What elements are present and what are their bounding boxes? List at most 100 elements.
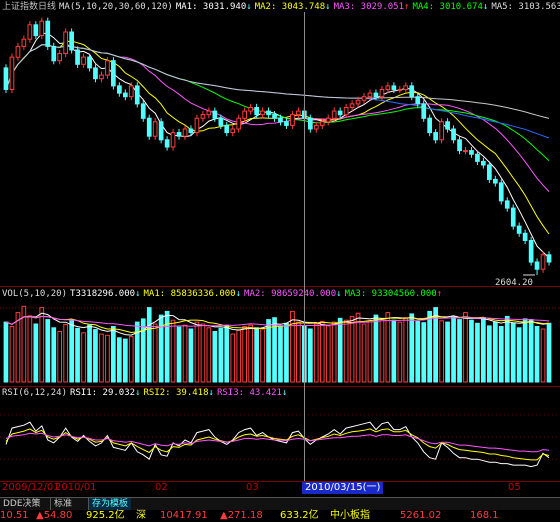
index-title: 上证指数日线 — [2, 2, 57, 12]
candle-body — [463, 150, 468, 153]
candle-body — [93, 67, 98, 80]
volume-bar — [296, 321, 301, 383]
volume-bar — [236, 329, 242, 383]
candle-body — [158, 121, 164, 141]
rsi-line-chart[interactable] — [0, 386, 560, 478]
price-header: 上证指数日线 MA(5,10,20,30,60,120) MA1: 3031.940… — [2, 1, 560, 13]
candle-body — [487, 164, 492, 180]
ma120-line — [5, 44, 550, 119]
candle-body — [242, 110, 248, 119]
volume-bar — [128, 336, 134, 383]
candle-body — [230, 128, 236, 134]
price-chart-panel[interactable]: 上证指数日线 MA(5,10,20,30,60,120) MA1: 3031.940… — [0, 0, 560, 288]
vol-ma3: MA3: 93304560.000 — [344, 289, 437, 299]
ma1-arrow: ↓ — [246, 2, 252, 12]
tab-save-template[interactable]: 存为模板 — [88, 498, 132, 510]
candle-body — [206, 110, 212, 116]
candle-body — [367, 92, 373, 98]
candle-body — [498, 182, 504, 202]
ticker-value: 10417.91 — [160, 510, 208, 521]
vol-total: T3318296.000 — [70, 289, 136, 299]
volume-bar — [152, 323, 158, 383]
candle-body — [218, 117, 224, 126]
volume-bar — [522, 318, 528, 383]
candle-body — [379, 89, 385, 98]
candle-body — [516, 225, 522, 234]
volume-header: VOL(5,10,20) T3318296.000↓ MA1: 85836336.0… — [2, 288, 560, 300]
candle-body — [9, 56, 15, 90]
rsi-chart-panel[interactable]: RSI(6,12,24) RSI1: 29.032↓ RSI2: 39.418↓ RS… — [0, 386, 560, 478]
candlestick-chart[interactable] — [0, 0, 560, 286]
candle-body — [546, 254, 552, 263]
candle-body — [248, 107, 254, 112]
ma2-arrow: ↓ — [325, 2, 331, 12]
candle-body — [111, 60, 116, 87]
volume-bar — [266, 319, 271, 383]
volume-bar — [367, 320, 373, 383]
tab-standard[interactable]: 标准 — [50, 498, 75, 510]
volume-bar — [93, 329, 98, 383]
volume-bar — [140, 318, 146, 383]
volume-bar — [481, 317, 486, 383]
candle-body — [349, 103, 355, 109]
volume-bar — [39, 307, 45, 383]
volume-bar — [487, 325, 492, 383]
volume-bar-chart[interactable] — [0, 286, 560, 386]
rsi-series-line-3 — [5, 432, 550, 453]
volume-bar — [284, 322, 289, 383]
candle-body — [481, 160, 486, 166]
volume-bar — [75, 327, 80, 383]
candle-body — [510, 207, 516, 227]
candle-body — [403, 85, 409, 91]
volume-bar — [242, 326, 248, 383]
tab-dde[interactable]: DDE决策 — [0, 498, 44, 510]
volume-bar — [9, 326, 15, 383]
volume-bar — [3, 321, 9, 383]
volume-bar — [15, 312, 21, 383]
volume-bar — [451, 316, 456, 383]
volume-chart-panel[interactable]: VOL(5,10,20) T3318296.000↓ MA1: 85836336.0… — [0, 286, 560, 386]
volume-bar — [510, 322, 516, 383]
volume-bar — [63, 324, 68, 383]
vol-total-arrow: ↓ — [135, 289, 141, 299]
volume-bar — [99, 333, 104, 383]
candle-body — [385, 85, 391, 91]
rsi-header: RSI(6,12,24) RSI1: 29.032↓ RSI2: 39.418↓ RS… — [2, 387, 560, 399]
candle-body — [176, 132, 182, 137]
volume-bar — [254, 327, 260, 383]
ticker-market-name: 中小板指 — [330, 510, 370, 521]
template-tab-bar: DDE决策 标准 存为模板 — [0, 497, 560, 510]
candle-body — [361, 96, 367, 101]
ticker-amount: 925.2亿 — [86, 510, 125, 521]
candle-body — [415, 96, 421, 105]
volume-bar — [379, 318, 385, 383]
volume-bar — [403, 317, 409, 383]
ma3-readout: MA3: 3029.051 — [333, 2, 405, 12]
volume-bar — [343, 319, 349, 383]
volume-bar — [224, 325, 230, 383]
candle-body — [266, 110, 271, 116]
candle-body — [534, 261, 540, 270]
candle-body — [170, 132, 176, 148]
candle-body — [194, 117, 200, 134]
candle-body — [81, 56, 86, 65]
candle-body — [504, 200, 510, 209]
date-label: 03 — [246, 482, 259, 493]
volume-bar — [427, 310, 432, 383]
candle-body — [152, 121, 158, 137]
candle-body — [254, 107, 260, 116]
candle-body — [182, 128, 188, 137]
date-label: 05 — [508, 482, 521, 493]
volume-bar — [134, 321, 140, 383]
volume-bar — [200, 323, 206, 383]
candle-body — [75, 49, 80, 65]
candle-body — [373, 92, 379, 98]
volume-bar — [57, 331, 62, 383]
ticker-market-name: 深 — [136, 510, 146, 521]
candle-body — [260, 110, 265, 116]
volume-bar — [313, 323, 319, 383]
candle-body — [469, 150, 474, 155]
volume-bar — [516, 327, 522, 383]
volume-bar — [69, 320, 75, 383]
volume-bar — [260, 328, 265, 383]
